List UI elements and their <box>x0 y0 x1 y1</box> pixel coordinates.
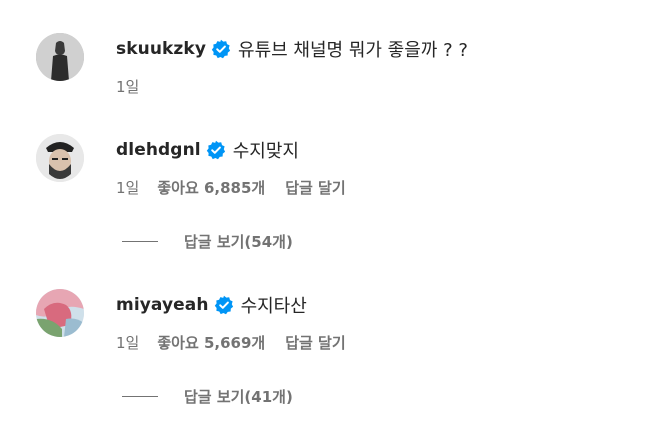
verified-badge-icon <box>206 140 226 160</box>
comment-meta: 1일 좋아요 6,885개 답글 달기 <box>116 177 346 198</box>
reply-button[interactable]: 답글 달기 <box>285 177 345 198</box>
divider-line <box>122 241 158 242</box>
comment-text: 수지타산 <box>240 296 307 317</box>
divider-line <box>122 396 158 397</box>
comment-header: dlehdgnl 수지맞지 <box>116 137 299 163</box>
view-replies-button[interactable]: 답글 보기(54개) <box>122 231 293 252</box>
verified-badge-icon <box>214 295 234 315</box>
like-count[interactable]: 좋아요 5,669개 <box>157 332 265 353</box>
username[interactable]: dlehdgnl <box>116 140 201 160</box>
like-count[interactable]: 좋아요 6,885개 <box>157 177 265 198</box>
comment-header: skuukzky 유튜브 채널명 뭐가 좋을까 ? ? <box>116 36 468 62</box>
view-replies-button[interactable]: 답글 보기(41개) <box>122 386 293 407</box>
username[interactable]: skuukzky <box>116 39 206 59</box>
comment-time[interactable]: 1일 <box>116 76 139 97</box>
view-replies-label: 답글 보기(41개) <box>184 388 293 406</box>
view-replies-label: 답글 보기(54개) <box>184 233 293 251</box>
avatar[interactable] <box>36 134 84 182</box>
reply-button[interactable]: 답글 달기 <box>285 332 345 353</box>
comment-text: 유튜브 채널명 뭐가 좋을까 ? ? <box>238 40 468 61</box>
username[interactable]: miyayeah <box>116 295 209 315</box>
verified-badge-icon <box>211 39 231 59</box>
comment-meta: 1일 <box>116 76 157 97</box>
comment-time[interactable]: 1일 <box>116 177 139 198</box>
comment-time[interactable]: 1일 <box>116 332 139 353</box>
comment-header: miyayeah 수지타산 <box>116 292 307 318</box>
comment-text: 수지맞지 <box>232 141 299 162</box>
comment-meta: 1일 좋아요 5,669개 답글 달기 <box>116 332 346 353</box>
avatar[interactable] <box>36 33 84 81</box>
avatar[interactable] <box>36 289 84 337</box>
